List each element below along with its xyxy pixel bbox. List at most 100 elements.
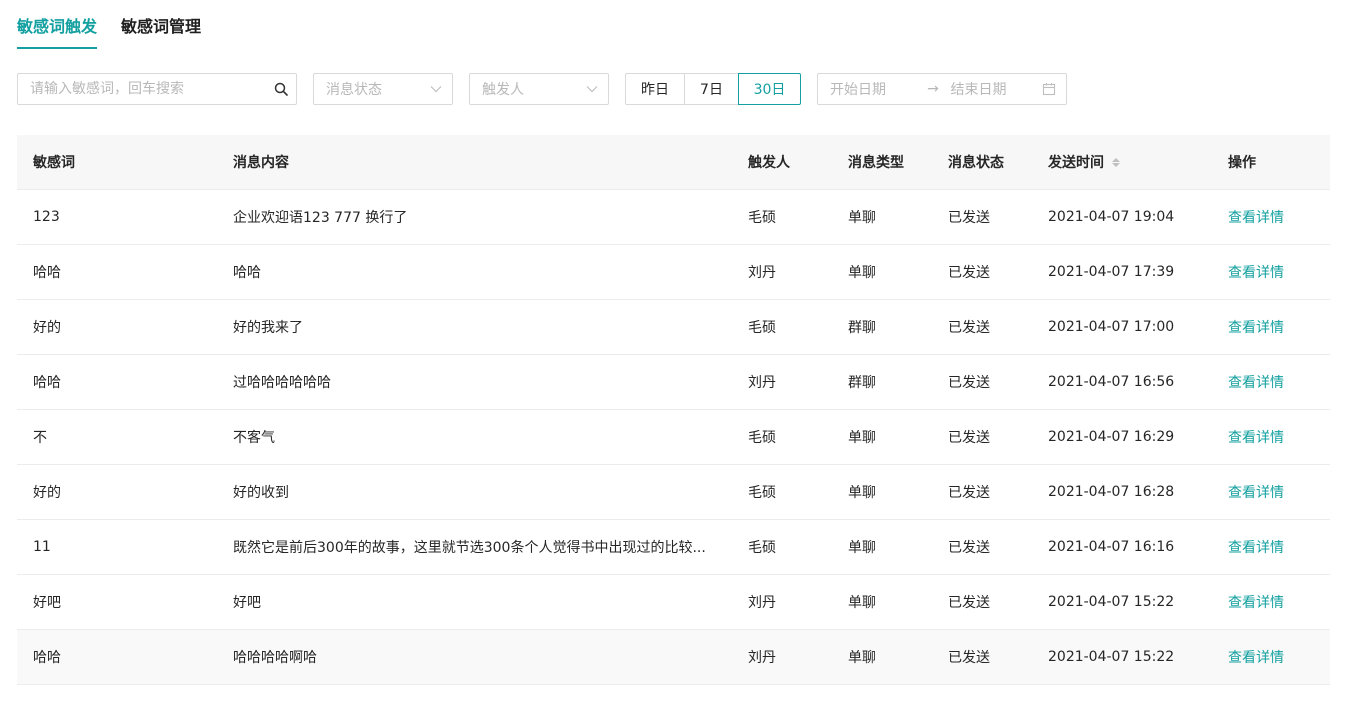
- search-input[interactable]: [18, 74, 266, 104]
- cell-send-time: 2021-04-07 17:00: [1048, 319, 1175, 335]
- cell-word: 11: [33, 539, 51, 555]
- table-row: 123 企业欢迎语123 777 换行了 毛硕 单聊 已发送 2021-04-07 19:…: [17, 190, 1330, 245]
- cell-send-time: 2021-04-07 17:39: [1048, 264, 1175, 280]
- cell-content: 企业欢迎语123 777 换行了: [233, 210, 408, 226]
- start-date-input[interactable]: 开始日期: [830, 79, 922, 99]
- cell-send-time: 2021-04-07 16:16: [1048, 539, 1175, 555]
- view-detail-link[interactable]: 查看详情: [1212, 427, 1330, 447]
- search-box: [17, 73, 297, 105]
- header-action: 操作: [1228, 155, 1256, 171]
- cell-trigger: 刘丹: [748, 265, 776, 281]
- cell-content: 好吧: [233, 595, 261, 611]
- table-row: 哈哈 哈哈 刘丹 单聊 已发送 2021-04-07 17:39 查看详情: [17, 245, 1330, 300]
- table-row: 11 既然它是前后300年的故事，这里就节选300条个人觉得书中出现过的比较...…: [17, 520, 1330, 575]
- cell-content: 既然它是前后300年的故事，这里就节选300条个人觉得书中出现过的比较...: [233, 540, 706, 556]
- view-detail-link[interactable]: 查看详情: [1212, 262, 1330, 282]
- cell-type: 单聊: [848, 650, 876, 666]
- trigger-person-select[interactable]: 触发人: [469, 73, 609, 105]
- cell-status: 已发送: [948, 540, 990, 556]
- view-detail-link[interactable]: 查看详情: [1212, 372, 1330, 392]
- cell-content: 好的收到: [233, 485, 289, 501]
- header-word: 敏感词: [33, 155, 75, 171]
- view-detail-link[interactable]: 查看详情: [1212, 317, 1330, 337]
- cell-status: 已发送: [948, 650, 990, 666]
- cell-word: 哈哈: [33, 650, 61, 666]
- filter-bar: 消息状态 触发人 昨日 7日 30日 开始日期 → 结束日期: [17, 73, 1337, 105]
- cell-type: 单聊: [848, 210, 876, 226]
- cell-send-time: 2021-04-07 15:22: [1048, 649, 1175, 665]
- cell-content: 不客气: [233, 430, 275, 446]
- header-trigger: 触发人: [748, 155, 790, 171]
- table-row: 好吧 好吧 刘丹 单聊 已发送 2021-04-07 15:22 查看详情: [17, 575, 1330, 630]
- view-detail-link[interactable]: 查看详情: [1212, 537, 1330, 557]
- cell-status: 已发送: [948, 430, 990, 446]
- cell-send-time: 2021-04-07 15:22: [1048, 594, 1175, 610]
- calendar-icon[interactable]: [1042, 82, 1056, 96]
- cell-type: 单聊: [848, 430, 876, 446]
- header-status: 消息状态: [948, 155, 1004, 171]
- view-detail-link[interactable]: 查看详情: [1212, 647, 1330, 667]
- cell-trigger: 毛硕: [748, 540, 776, 556]
- cell-trigger: 刘丹: [748, 650, 776, 666]
- cell-word: 好吧: [33, 595, 61, 611]
- cell-status: 已发送: [948, 375, 990, 391]
- cell-trigger: 毛硕: [748, 210, 776, 226]
- tab-bar: 敏感词触发 敏感词管理: [17, 0, 225, 49]
- table-row: 不 不客气 毛硕 单聊 已发送 2021-04-07 16:29 查看详情: [17, 410, 1330, 465]
- cell-word: 哈哈: [33, 375, 61, 391]
- range-7day-button[interactable]: 7日: [684, 73, 739, 105]
- cell-trigger: 毛硕: [748, 485, 776, 501]
- cell-status: 已发送: [948, 595, 990, 611]
- table-row: 哈哈 过哈哈哈哈哈哈 刘丹 群聊 已发送 2021-04-07 16:56 查看详情: [17, 355, 1330, 410]
- cell-word: 好的: [33, 320, 61, 336]
- cell-trigger: 刘丹: [748, 595, 776, 611]
- chevron-down-icon: [430, 81, 442, 97]
- range-yesterday-button[interactable]: 昨日: [625, 73, 685, 105]
- cell-word: 不: [33, 430, 47, 446]
- tab-sensitive-manage[interactable]: 敏感词管理: [121, 0, 201, 49]
- sort-icon[interactable]: [1112, 157, 1120, 167]
- view-detail-link[interactable]: 查看详情: [1212, 207, 1330, 227]
- cell-content: 哈哈: [233, 265, 261, 281]
- date-range-picker[interactable]: 开始日期 → 结束日期: [817, 73, 1067, 105]
- header-content: 消息内容: [233, 155, 289, 171]
- cell-type: 群聊: [848, 375, 876, 391]
- date-range-toggle: 昨日 7日 30日: [625, 73, 801, 105]
- cell-type: 单聊: [848, 595, 876, 611]
- cell-trigger: 毛硕: [748, 320, 776, 336]
- cell-send-time: 2021-04-07 16:56: [1048, 374, 1175, 390]
- cell-word: 哈哈: [33, 265, 61, 281]
- status-select[interactable]: 消息状态: [313, 73, 453, 105]
- cell-content: 好的我来了: [233, 320, 303, 336]
- table-row: 哈哈 哈哈哈哈啊哈 刘丹 单聊 已发送 2021-04-07 15:22 查看详情: [17, 630, 1330, 685]
- header-type: 消息类型: [848, 155, 904, 171]
- cell-trigger: 毛硕: [748, 430, 776, 446]
- cell-type: 群聊: [848, 320, 876, 336]
- end-date-input[interactable]: 结束日期: [950, 79, 1042, 99]
- search-icon[interactable]: [266, 74, 296, 104]
- cell-type: 单聊: [848, 485, 876, 501]
- status-select-placeholder: 消息状态: [326, 82, 382, 98]
- trigger-select-placeholder: 触发人: [482, 82, 524, 98]
- view-detail-link[interactable]: 查看详情: [1212, 482, 1330, 502]
- cell-status: 已发送: [948, 320, 990, 336]
- cell-status: 已发送: [948, 210, 990, 226]
- cell-send-time: 2021-04-07 16:29: [1048, 429, 1175, 445]
- table-row: 好的 好的收到 毛硕 单聊 已发送 2021-04-07 16:28 查看详情: [17, 465, 1330, 520]
- table-header: 敏感词 消息内容 触发人 消息类型 消息状态 发送时间 操作: [17, 135, 1330, 190]
- header-send-time[interactable]: 发送时间: [1032, 152, 1212, 172]
- arrow-right-icon: →: [927, 81, 939, 97]
- cell-status: 已发送: [948, 265, 990, 281]
- chevron-down-icon: [586, 81, 598, 97]
- cell-word: 123: [33, 209, 60, 225]
- cell-send-time: 2021-04-07 19:04: [1048, 209, 1175, 225]
- tab-sensitive-trigger[interactable]: 敏感词触发: [17, 0, 98, 49]
- cell-send-time: 2021-04-07 16:28: [1048, 484, 1175, 500]
- cell-trigger: 刘丹: [748, 375, 776, 391]
- cell-word: 好的: [33, 485, 61, 501]
- cell-type: 单聊: [848, 265, 876, 281]
- range-30day-button[interactable]: 30日: [738, 73, 801, 105]
- cell-type: 单聊: [848, 540, 876, 556]
- view-detail-link[interactable]: 查看详情: [1212, 592, 1330, 612]
- cell-content: 过哈哈哈哈哈哈: [233, 375, 331, 391]
